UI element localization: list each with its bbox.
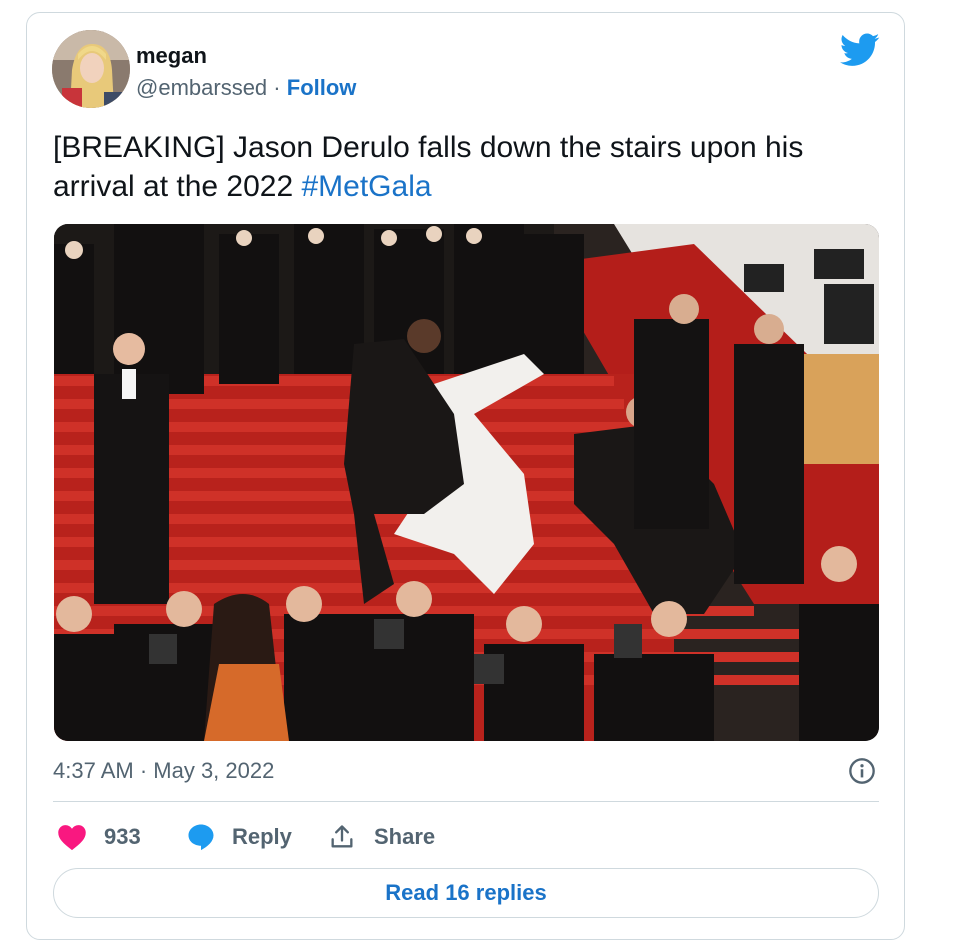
- reply-button[interactable]: Reply: [186, 820, 292, 854]
- user-name[interactable]: megan: [136, 43, 207, 69]
- read-replies-button[interactable]: Read 16 replies: [53, 868, 879, 918]
- avatar[interactable]: [52, 30, 130, 108]
- reply-bubble-icon: [188, 824, 214, 851]
- share-button[interactable]: Share: [328, 820, 435, 854]
- divider: [53, 801, 879, 802]
- tweet-text: [BREAKING] Jason Derulo falls down the s…: [53, 128, 873, 206]
- hashtag-link[interactable]: #MetGala: [301, 170, 431, 203]
- share-icon: [331, 825, 353, 848]
- user-handle[interactable]: @embarssed: [136, 75, 267, 100]
- tweet-photo[interactable]: [54, 224, 879, 741]
- timestamp[interactable]: 4:37 AM · May 3, 2022: [53, 758, 274, 784]
- user-handle-line: @embarssed · Follow: [136, 75, 356, 101]
- share-label: Share: [374, 824, 436, 849]
- like-count: 933: [104, 824, 141, 849]
- follow-button[interactable]: Follow: [287, 75, 357, 100]
- separator-dot: ·: [273, 75, 281, 100]
- heart-icon: [58, 825, 86, 851]
- info-icon[interactable]: [848, 757, 876, 785]
- reply-label: Reply: [232, 824, 292, 849]
- like-button[interactable]: 933: [57, 820, 141, 854]
- twitter-bird-icon[interactable]: [840, 33, 880, 67]
- tweet-photo-image: [54, 224, 879, 741]
- avatar-image: [52, 30, 130, 108]
